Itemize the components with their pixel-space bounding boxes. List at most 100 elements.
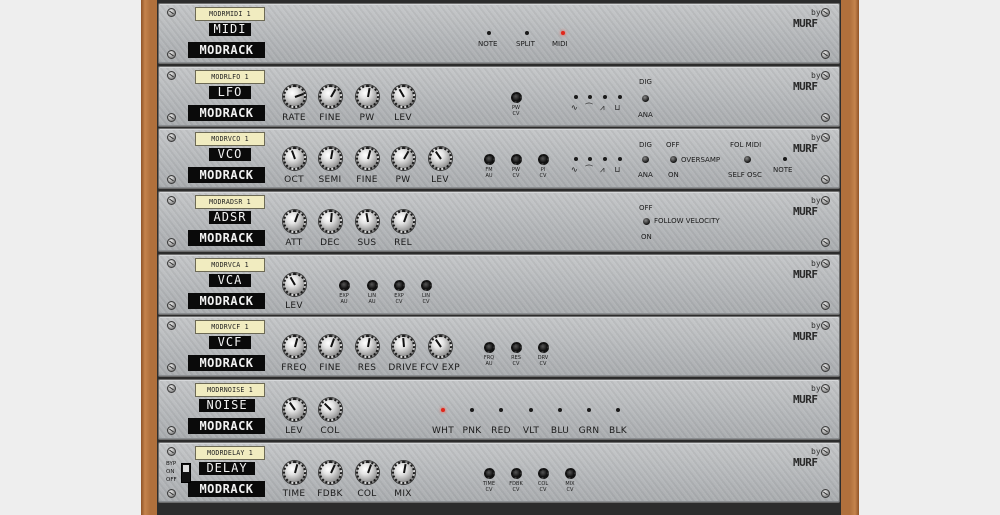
wave-select-0[interactable] (574, 157, 578, 161)
oversamp-on-label: ON (668, 171, 679, 179)
dig-ana-switch[interactable] (642, 95, 649, 102)
modrack-logo: MODRACK (188, 42, 265, 58)
knob-mix[interactable] (392, 461, 415, 484)
knob-indicator (402, 212, 408, 222)
bypass-switch[interactable]: BYP ON OFF (166, 461, 191, 487)
knob-label: SUS (357, 238, 377, 248)
knob-label: LEV (285, 426, 303, 436)
follow-velocity-label: FOLLOW VELOCITY (654, 217, 720, 225)
rack-screw-icon (821, 259, 830, 268)
knob-label: SEMI (318, 175, 342, 185)
knob-indicator (402, 463, 407, 473)
wave-select-1[interactable] (588, 95, 592, 99)
knob-dec[interactable] (319, 210, 342, 233)
wave-shape-icon: ∿ (571, 165, 578, 174)
cv-knob-3[interactable] (565, 468, 576, 479)
wave-select-3[interactable] (618, 157, 622, 161)
knob-res[interactable] (356, 335, 379, 358)
knob-time[interactable] (283, 461, 306, 484)
cv-knob-label: TIME CV (482, 481, 495, 493)
cv-knob-label: PW CV (512, 105, 520, 117)
led-note[interactable] (487, 31, 491, 35)
knob-rel[interactable] (392, 210, 415, 233)
knob-semi[interactable] (319, 147, 342, 170)
knob-lev[interactable] (283, 398, 306, 421)
knob-att[interactable] (283, 210, 306, 233)
knob-label: LEV (431, 175, 449, 185)
knob-fcv-exp[interactable] (429, 335, 452, 358)
cv-knob-2[interactable] (538, 154, 549, 165)
fol-midi-switch[interactable] (744, 156, 751, 163)
oversamp-switch[interactable] (670, 156, 677, 163)
wave-select-3[interactable] (618, 95, 622, 99)
murf-logo: MURF (793, 17, 818, 30)
led-midi[interactable] (561, 31, 565, 35)
cv-knob-0[interactable] (484, 342, 495, 353)
knob-fine[interactable] (319, 335, 342, 358)
module-id-tag: MODRMIDI 1 (195, 7, 265, 21)
self-osc-label: SELF OSC (728, 171, 762, 179)
noise-color-grn-led[interactable] (587, 408, 591, 412)
note-led[interactable] (783, 157, 787, 161)
cv-knob-2[interactable] (538, 468, 549, 479)
murf-logo: MURF (793, 456, 818, 469)
wave-select-2[interactable] (603, 157, 607, 161)
knob-pw[interactable] (356, 85, 379, 108)
cv-knob-1[interactable] (511, 468, 522, 479)
knob-col[interactable] (356, 461, 379, 484)
module-name-label: DELAY (199, 462, 255, 475)
noise-color-blk-led[interactable] (616, 408, 620, 412)
cv-knob-1[interactable] (367, 280, 378, 291)
cv-knob-0[interactable] (339, 280, 350, 291)
cv-knob-2[interactable] (394, 280, 405, 291)
noise-color-blu-led[interactable] (558, 408, 562, 412)
noise-color-wht-led[interactable] (441, 408, 445, 412)
cv-knob-2[interactable] (538, 342, 549, 353)
knob-indicator (366, 463, 372, 473)
noise-color-red-led[interactable] (499, 408, 503, 412)
knob-rate[interactable] (283, 85, 306, 108)
noise-color-pnk-led[interactable] (470, 408, 474, 412)
knob-label: ATT (285, 238, 303, 248)
module-name-label: MIDI (209, 23, 251, 36)
knob-drive[interactable] (392, 335, 415, 358)
knob-pw[interactable] (392, 147, 415, 170)
led-split[interactable] (525, 31, 529, 35)
module-vca: MODRVCA 1 VCA MODRACK by MURF LEV EXP AU LIN AU… (158, 254, 840, 315)
cv-knob-0[interactable] (484, 154, 495, 165)
knob-lev[interactable] (283, 273, 306, 296)
wave-select-0[interactable] (574, 95, 578, 99)
cv-knob-0[interactable] (484, 468, 495, 479)
switch-top-label: DIG (639, 78, 652, 86)
rack-screw-icon (821, 426, 830, 435)
rack-screw-icon (167, 196, 176, 205)
knob-lev[interactable] (392, 85, 415, 108)
knob-sus[interactable] (356, 210, 379, 233)
dig-ana-switch[interactable] (642, 156, 649, 163)
knob-fine[interactable] (319, 85, 342, 108)
noise-color-vlt-led[interactable] (529, 408, 533, 412)
cv-knob-1[interactable] (511, 342, 522, 353)
knob-lev[interactable] (429, 147, 452, 170)
follow-velocity-switch[interactable] (643, 218, 650, 225)
cv-knob-3[interactable] (421, 280, 432, 291)
led-label: MIDI (552, 40, 568, 48)
bypass-toggle[interactable] (181, 463, 191, 483)
knob-oct[interactable] (283, 147, 306, 170)
knob-fdbk[interactable] (319, 461, 342, 484)
knob-freq[interactable] (283, 335, 306, 358)
module-id-tag: MODRVCA 1 (195, 258, 265, 272)
cv-knob-label: LIN CV (421, 293, 430, 305)
wave-select-1[interactable] (588, 157, 592, 161)
knob-indicator (398, 88, 405, 97)
rack-screw-icon (821, 301, 830, 310)
cv-knob-0[interactable] (511, 92, 522, 103)
knob-indicator (329, 212, 333, 222)
by-label: by (811, 259, 821, 268)
cv-knob-1[interactable] (511, 154, 522, 165)
knob-fine[interactable] (356, 147, 379, 170)
knob-col[interactable] (319, 398, 342, 421)
knob-label: FREQ (281, 363, 307, 373)
wave-select-2[interactable] (603, 95, 607, 99)
knob-label: TIME (282, 489, 306, 499)
